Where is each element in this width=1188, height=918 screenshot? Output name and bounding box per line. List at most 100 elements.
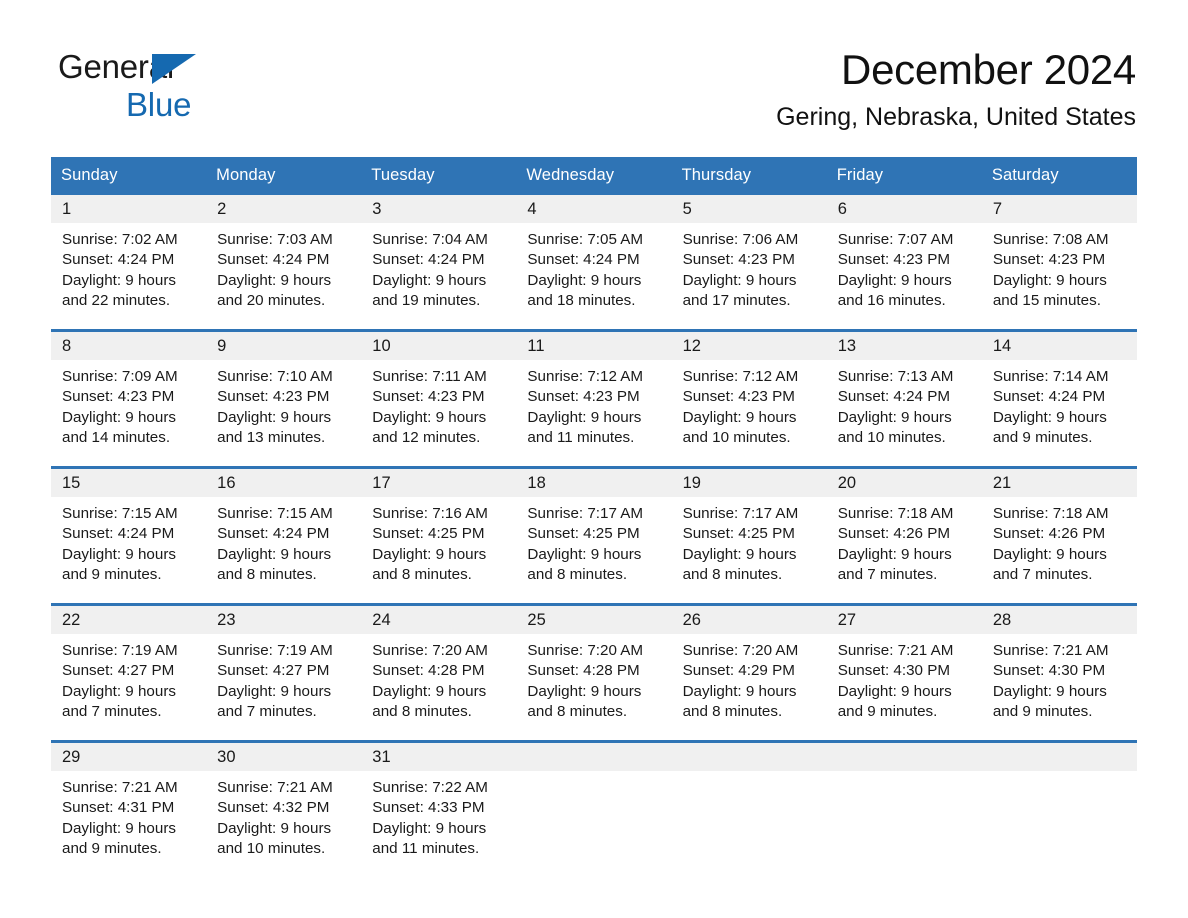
day-cell[interactable]: 2 Sunrise: 7:03 AM Sunset: 4:24 PM Dayli… [206, 194, 362, 316]
day-cell[interactable]: 13 Sunrise: 7:13 AM Sunset: 4:24 PM Dayl… [826, 331, 982, 453]
sunset-text: Sunset: 4:28 PM [372, 662, 485, 680]
day-details: Sunrise: 7:22 AM Sunset: 4:33 PM Dayligh… [361, 771, 516, 859]
day-cell[interactable]: 21 Sunrise: 7:18 AM Sunset: 4:26 PM Dayl… [981, 468, 1137, 590]
sunset-text: Sunset: 4:30 PM [992, 662, 1106, 680]
day-cell[interactable]: 3 Sunrise: 7:04 AM Sunset: 4:24 PM Dayli… [361, 194, 517, 316]
day-cell[interactable]: 25 Sunrise: 7:20 AM Sunset: 4:28 PM Dayl… [516, 605, 672, 727]
daylight-text-line2: and 7 minutes. [992, 565, 1093, 583]
daylight-text-line2: and 8 minutes. [527, 702, 628, 720]
day-number: 10 [361, 331, 517, 360]
sunrise-text: Sunrise: 7:14 AM [992, 367, 1109, 385]
daylight-text-line2: and 8 minutes. [682, 565, 783, 583]
day-cell[interactable]: 28 Sunrise: 7:21 AM Sunset: 4:30 PM Dayl… [981, 605, 1137, 727]
day-details [672, 771, 827, 778]
day-cell[interactable]: 23 Sunrise: 7:19 AM Sunset: 4:27 PM Dayl… [206, 605, 362, 727]
day-cell[interactable]: 9 Sunrise: 7:10 AM Sunset: 4:23 PM Dayli… [206, 331, 362, 453]
sunrise-text: Sunrise: 7:22 AM [372, 778, 488, 796]
day-cell[interactable]: 29 Sunrise: 7:21 AM Sunset: 4:31 PM Dayl… [51, 742, 207, 864]
sunrise-text: Sunrise: 7:21 AM [62, 778, 178, 796]
daylight-text-line1: Daylight: 9 hours [217, 682, 332, 700]
daylight-text-line1: Daylight: 9 hours [682, 271, 797, 289]
day-details: Sunrise: 7:11 AM Sunset: 4:23 PM Dayligh… [361, 360, 516, 448]
sunset-text: Sunset: 4:23 PM [992, 251, 1106, 269]
sunrise-text: Sunrise: 7:07 AM [837, 230, 954, 248]
day-cell[interactable]: 12 Sunrise: 7:12 AM Sunset: 4:23 PM Dayl… [671, 331, 827, 453]
day-details: Sunrise: 7:19 AM Sunset: 4:27 PM Dayligh… [206, 634, 361, 722]
day-number: 11 [516, 331, 672, 360]
sunrise-text: Sunrise: 7:12 AM [682, 367, 799, 385]
day-cell[interactable]: 17 Sunrise: 7:16 AM Sunset: 4:25 PM Dayl… [361, 468, 517, 590]
day-details: Sunrise: 7:21 AM Sunset: 4:30 PM Dayligh… [982, 634, 1137, 722]
daylight-text-line1: Daylight: 9 hours [372, 408, 487, 426]
daylight-text-line1: Daylight: 9 hours [372, 271, 487, 289]
weekday-header-row: Sunday Monday Tuesday Wednesday Thursday… [51, 157, 1137, 195]
day-number: 13 [826, 331, 982, 360]
day-cell[interactable]: 24 Sunrise: 7:20 AM Sunset: 4:28 PM Dayl… [361, 605, 517, 727]
sunrise-text: Sunrise: 7:20 AM [682, 641, 799, 659]
day-cell[interactable]: 14 Sunrise: 7:14 AM Sunset: 4:24 PM Dayl… [981, 331, 1137, 453]
day-cell[interactable]: 11 Sunrise: 7:12 AM Sunset: 4:23 PM Dayl… [516, 331, 672, 453]
daylight-text-line2: and 11 minutes. [527, 428, 635, 446]
daylight-text-line1: Daylight: 9 hours [62, 545, 176, 563]
day-cell[interactable]: 20 Sunrise: 7:18 AM Sunset: 4:26 PM Dayl… [826, 468, 982, 590]
day-cell[interactable]: 30 Sunrise: 7:21 AM Sunset: 4:32 PM Dayl… [206, 742, 362, 864]
day-cell[interactable]: 5 Sunrise: 7:06 AM Sunset: 4:23 PM Dayli… [671, 194, 827, 316]
daylight-text-line1: Daylight: 9 hours [527, 682, 642, 700]
day-details: Sunrise: 7:19 AM Sunset: 4:27 PM Dayligh… [51, 634, 206, 722]
day-cell[interactable]: 31 Sunrise: 7:22 AM Sunset: 4:33 PM Dayl… [361, 742, 517, 864]
day-cell[interactable]: 22 Sunrise: 7:19 AM Sunset: 4:27 PM Dayl… [51, 605, 207, 727]
sunset-text: Sunset: 4:24 PM [527, 251, 640, 269]
day-cell[interactable]: 7 Sunrise: 7:08 AM Sunset: 4:23 PM Dayli… [981, 194, 1137, 316]
day-cell[interactable]: 8 Sunrise: 7:09 AM Sunset: 4:23 PM Dayli… [51, 331, 207, 453]
day-number: 24 [361, 605, 517, 634]
sunrise-text: Sunrise: 7:18 AM [837, 504, 954, 522]
day-cell[interactable]: 10 Sunrise: 7:11 AM Sunset: 4:23 PM Dayl… [361, 331, 517, 453]
day-details: Sunrise: 7:21 AM Sunset: 4:32 PM Dayligh… [206, 771, 361, 859]
week-row: 22 Sunrise: 7:19 AM Sunset: 4:27 PM Dayl… [51, 602, 1137, 727]
day-details: Sunrise: 7:15 AM Sunset: 4:24 PM Dayligh… [51, 497, 206, 585]
day-cell[interactable]: 6 Sunrise: 7:07 AM Sunset: 4:23 PM Dayli… [826, 194, 982, 316]
day-details: Sunrise: 7:17 AM Sunset: 4:25 PM Dayligh… [672, 497, 827, 585]
weekday-header-sunday: Sunday [61, 166, 118, 184]
day-details: Sunrise: 7:20 AM Sunset: 4:28 PM Dayligh… [516, 634, 671, 722]
day-cell[interactable]: 16 Sunrise: 7:15 AM Sunset: 4:24 PM Dayl… [206, 468, 362, 590]
day-number: 21 [981, 468, 1137, 497]
daylight-text-line2: and 14 minutes. [62, 428, 171, 446]
day-details: Sunrise: 7:12 AM Sunset: 4:23 PM Dayligh… [516, 360, 671, 448]
daylight-text-line2: and 8 minutes. [372, 702, 472, 720]
sunrise-text: Sunrise: 7:20 AM [372, 641, 488, 659]
daylight-text-line2: and 9 minutes. [992, 702, 1093, 720]
daylight-text-line1: Daylight: 9 hours [837, 408, 952, 426]
sunrise-text: Sunrise: 7:02 AM [62, 230, 178, 248]
daylight-text-line2: and 10 minutes. [837, 428, 946, 446]
daylight-text-line2: and 8 minutes. [527, 565, 628, 583]
day-cell[interactable]: 1 Sunrise: 7:02 AM Sunset: 4:24 PM Dayli… [51, 194, 207, 316]
daylight-text-line1: Daylight: 9 hours [527, 408, 642, 426]
day-details: Sunrise: 7:21 AM Sunset: 4:31 PM Dayligh… [51, 771, 206, 859]
day-details: Sunrise: 7:14 AM Sunset: 4:24 PM Dayligh… [982, 360, 1137, 448]
weekday-header-tuesday: Tuesday [371, 166, 435, 184]
daylight-text-line2: and 9 minutes. [837, 702, 938, 720]
day-cell[interactable]: 4 Sunrise: 7:05 AM Sunset: 4:24 PM Dayli… [516, 194, 672, 316]
daylight-text-line2: and 18 minutes. [527, 291, 636, 309]
sunrise-text: Sunrise: 7:08 AM [992, 230, 1109, 248]
day-cell[interactable]: 18 Sunrise: 7:17 AM Sunset: 4:25 PM Dayl… [516, 468, 672, 590]
day-details [982, 771, 1137, 778]
day-cell[interactable]: 15 Sunrise: 7:15 AM Sunset: 4:24 PM Dayl… [51, 468, 207, 590]
day-cell[interactable]: 26 Sunrise: 7:20 AM Sunset: 4:29 PM Dayl… [671, 605, 827, 727]
daylight-text-line2: and 10 minutes. [217, 839, 326, 857]
daylight-text-line1: Daylight: 9 hours [62, 408, 176, 426]
sunset-text: Sunset: 4:24 PM [217, 525, 330, 543]
sunset-text: Sunset: 4:30 PM [837, 662, 950, 680]
sunrise-text: Sunrise: 7:10 AM [217, 367, 333, 385]
day-details: Sunrise: 7:08 AM Sunset: 4:23 PM Dayligh… [982, 223, 1137, 311]
day-cell[interactable]: 27 Sunrise: 7:21 AM Sunset: 4:30 PM Dayl… [826, 605, 982, 727]
day-details: Sunrise: 7:02 AM Sunset: 4:24 PM Dayligh… [51, 223, 206, 311]
daylight-text-line1: Daylight: 9 hours [837, 682, 952, 700]
daylight-text-line1: Daylight: 9 hours [682, 408, 797, 426]
day-number [671, 742, 827, 771]
day-number: 14 [981, 331, 1137, 360]
logo-text-blue: Blue [126, 86, 192, 123]
day-cell[interactable]: 19 Sunrise: 7:17 AM Sunset: 4:25 PM Dayl… [671, 468, 827, 590]
day-number: 23 [206, 605, 362, 634]
